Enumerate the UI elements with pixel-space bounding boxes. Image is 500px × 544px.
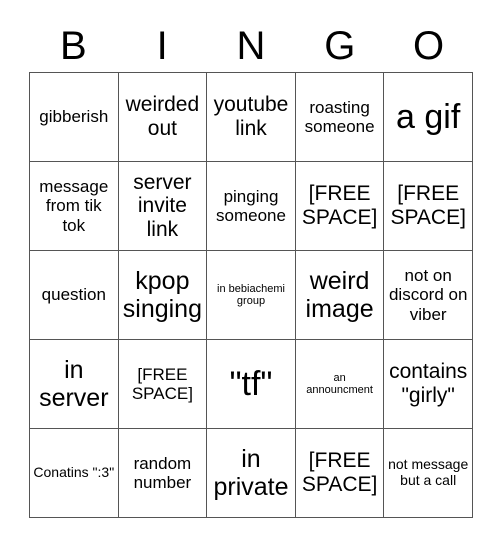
bingo-cell-label: youtube link [213, 93, 289, 140]
bingo-cell[interactable]: random number [118, 429, 208, 518]
bingo-cell[interactable]: Conatins ":3" [30, 429, 119, 518]
bingo-cell-label: pinging someone [216, 186, 286, 225]
bingo-cell-label: [FREE SPACE] [390, 182, 466, 229]
bingo-cell-label: weirded out [125, 93, 200, 140]
bingo-cell-label: weird image [305, 267, 374, 323]
bingo-cell[interactable]: in bebiachemi group [207, 251, 296, 340]
bingo-cell-label: a gif [396, 97, 461, 136]
bingo-cell[interactable]: contains "girly" [384, 340, 473, 429]
bingo-header-letter-o: O [413, 24, 445, 68]
bingo-cell-label: message from tik tok [39, 177, 109, 235]
bingo-cell[interactable]: message from tik tok [30, 162, 119, 251]
bingo-header-letter-n: N [236, 24, 266, 68]
bingo-cell[interactable]: not on discord on viber [384, 251, 473, 340]
bingo-cell[interactable]: kpop singing [118, 251, 208, 340]
bingo-cell-label: [FREE SPACE] [301, 182, 378, 229]
bingo-cell[interactable]: weirded out [118, 73, 208, 162]
bingo-cell-free-space[interactable]: [FREE SPACE] [118, 340, 208, 429]
bingo-header-letter-b: B [60, 24, 87, 68]
bingo-cell[interactable]: youtube link [207, 73, 296, 162]
bingo-cell-free-space[interactable]: [FREE SPACE] [384, 162, 473, 251]
bingo-cell[interactable]: roasting someone [295, 73, 385, 162]
bingo-cell-label: "tf" [229, 364, 273, 403]
bingo-cell-free-space[interactable]: [FREE SPACE] [295, 162, 385, 251]
bingo-cell-label: contains "girly" [389, 360, 468, 407]
bingo-header-row: B I N G O [29, 20, 473, 72]
bingo-cell[interactable]: gibberish [30, 73, 119, 162]
bingo-cell-free-space[interactable]: [FREE SPACE] [295, 429, 385, 518]
bingo-cell-label: not message but a call [388, 456, 469, 488]
bingo-cell-label: not on discord on viber [388, 266, 468, 324]
bingo-cell-label: in private [213, 445, 289, 501]
bingo-cell[interactable]: question [30, 251, 119, 340]
bingo-cell-label: in bebiachemi group [217, 282, 285, 307]
bingo-cell-label: question [41, 285, 106, 305]
bingo-grid: gibberish weirded out youtube link roasting… [29, 72, 473, 518]
bingo-cell-label: [FREE SPACE] [301, 449, 378, 496]
bingo-cell-label: server invite link [133, 170, 192, 241]
bingo-cell-label: roasting someone [304, 97, 375, 136]
bingo-cell[interactable]: pinging someone [207, 162, 296, 251]
bingo-cell-label: in server [39, 356, 109, 412]
bingo-cell-label: gibberish [39, 107, 109, 127]
bingo-cell-label: kpop singing [122, 267, 202, 323]
bingo-cell[interactable]: in server [30, 340, 119, 429]
bingo-cell[interactable]: server invite link [118, 162, 208, 251]
bingo-cell-label: [FREE SPACE] [131, 364, 193, 403]
bingo-cell-label: an announcment [306, 371, 373, 396]
bingo-cell[interactable]: not message but a call [384, 429, 473, 518]
bingo-cell[interactable]: in private [207, 429, 296, 518]
bingo-header-letter-g: G [324, 24, 356, 68]
bingo-card: B I N G O gibberish weirded out youtube li… [29, 20, 473, 518]
bingo-cell[interactable]: an announcment [295, 340, 385, 429]
bingo-header-letter-i: I [156, 24, 168, 68]
bingo-cell-label: random number [133, 453, 192, 492]
bingo-cell-label: Conatins ":3" [33, 464, 115, 481]
bingo-cell[interactable]: "tf" [207, 340, 296, 429]
bingo-cell[interactable]: weird image [295, 251, 385, 340]
bingo-cell[interactable]: a gif [384, 73, 473, 162]
